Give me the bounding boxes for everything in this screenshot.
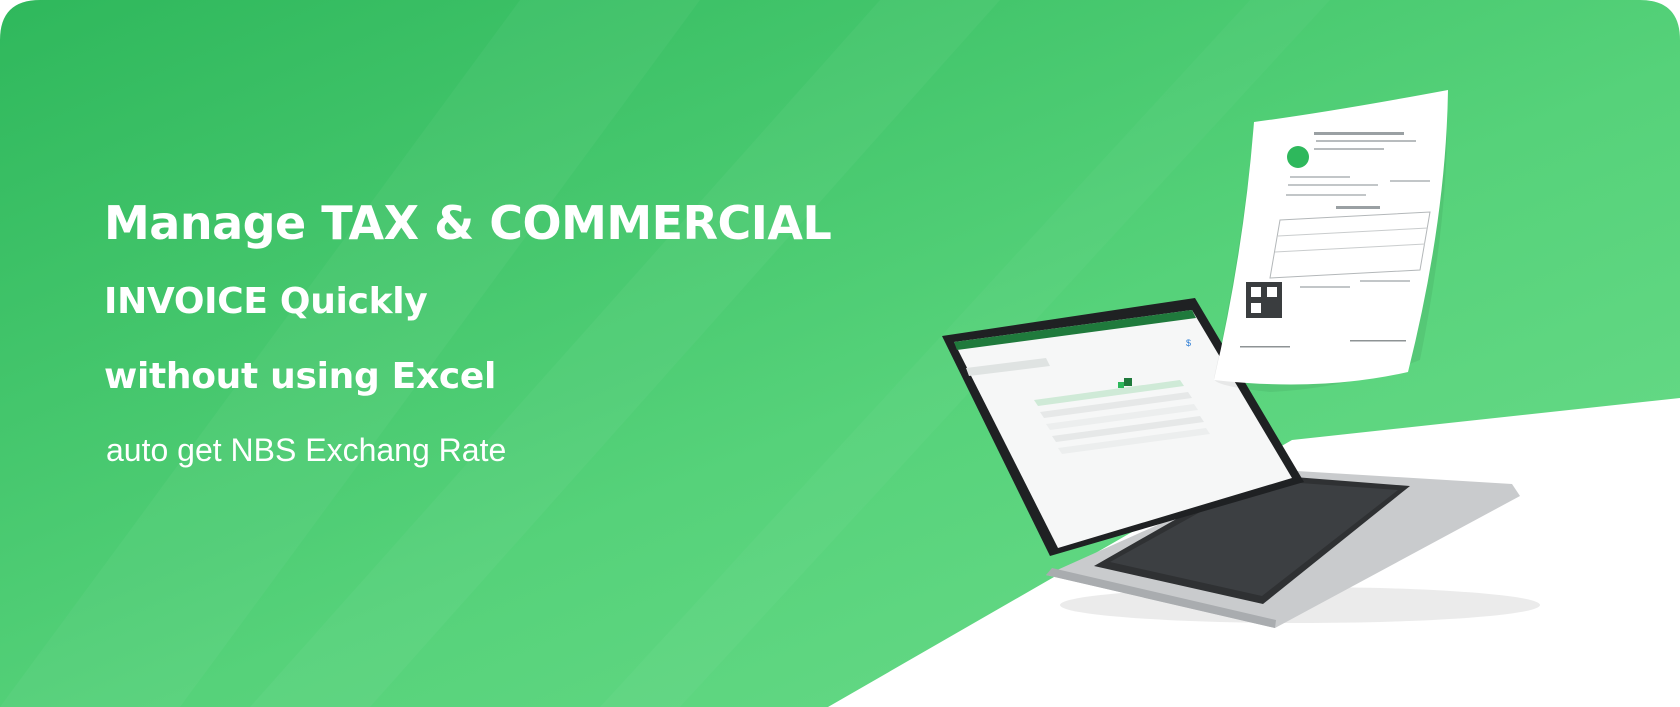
- hero-banner: Manage TAX & COMMERCIAL INVOICE Quickly …: [0, 0, 1680, 707]
- illustration: $: [942, 90, 1540, 628]
- svg-text:$: $: [1186, 338, 1191, 348]
- invoice-document-icon: [1213, 90, 1448, 392]
